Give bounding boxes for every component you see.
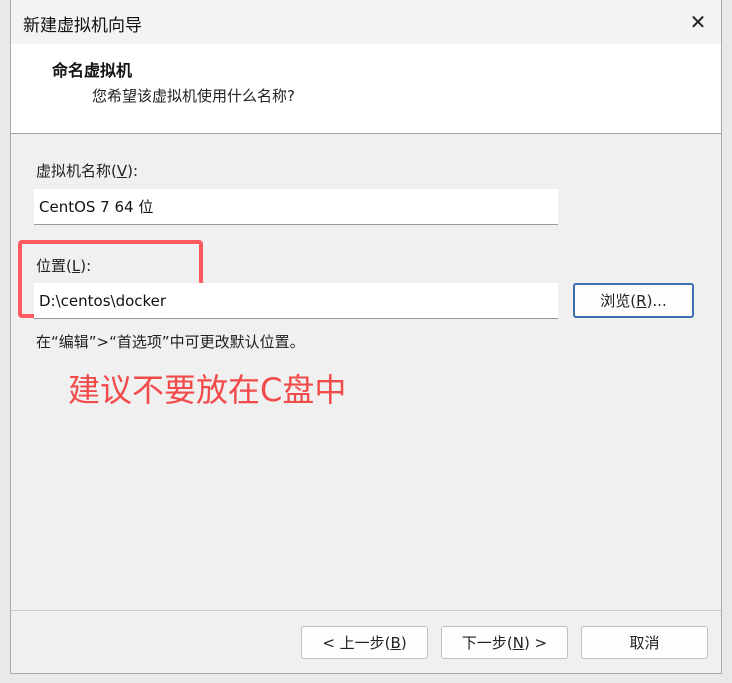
footer-divider	[11, 610, 721, 611]
close-button[interactable]: ✕	[675, 0, 721, 44]
page-subtitle: 您希望该虚拟机使用什么名称?	[92, 87, 295, 105]
location-input[interactable]	[34, 283, 558, 319]
wizard-header: 命名虚拟机 您希望该虚拟机使用什么名称?	[11, 44, 721, 134]
next-button[interactable]: 下一步(N) >	[441, 626, 568, 659]
back-button[interactable]: < 上一步(B)	[301, 626, 428, 659]
default-location-hint: 在“编辑”>“首选项”中可更改默认位置。	[36, 333, 305, 351]
close-icon: ✕	[689, 10, 707, 34]
next-accelerator: N	[512, 633, 524, 652]
page-title: 命名虚拟机	[52, 61, 133, 80]
cancel-button[interactable]: 取消	[581, 626, 708, 659]
new-vm-wizard-dialog: 新建虚拟机向导 ✕ 命名虚拟机 您希望该虚拟机使用什么名称? 虚拟机名称(V):…	[10, 0, 722, 674]
back-accelerator: B	[390, 633, 401, 652]
window-title: 新建虚拟机向导	[23, 16, 142, 36]
vm-name-accelerator: V	[116, 162, 128, 180]
browse-button[interactable]: 浏览(R)...	[573, 283, 694, 318]
annotation-note: 建议不要放在C盘中	[68, 371, 347, 409]
browse-accelerator: R	[636, 291, 647, 310]
vm-name-label: 虚拟机名称(V):	[36, 162, 139, 180]
vm-name-input[interactable]	[34, 189, 558, 225]
location-accelerator: L	[71, 257, 81, 275]
location-label: 位置(L):	[36, 257, 92, 275]
title-bar: 新建虚拟机向导 ✕	[11, 0, 721, 44]
